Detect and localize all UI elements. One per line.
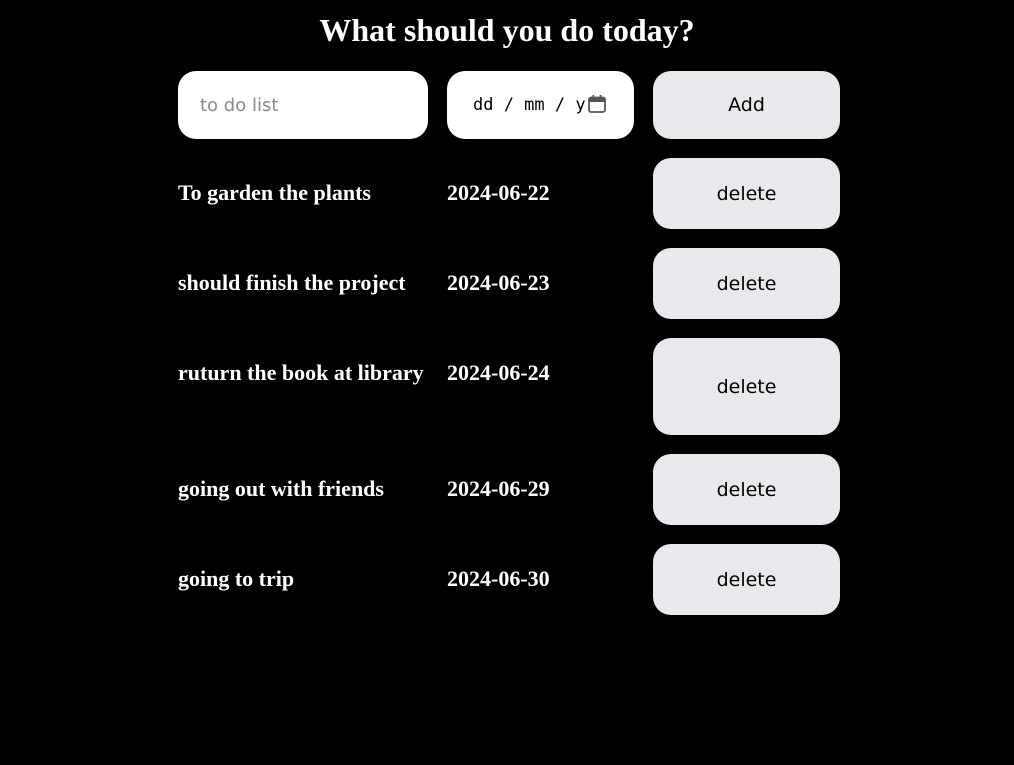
add-button[interactable]: Add (653, 71, 840, 139)
page-title: What should you do today? (319, 12, 695, 48)
todo-date: 2024-06-24 (447, 360, 550, 385)
add-todo-form: dd / mm / yyyy Add (178, 71, 840, 139)
todo-row: ruturn the book at library 2024-06-24 de… (178, 338, 840, 435)
delete-button[interactable]: delete (653, 454, 840, 525)
todo-text: To garden the plants (178, 180, 371, 205)
todo-list: To garden the plants 2024-06-22 delete s… (178, 158, 840, 634)
todo-row: To garden the plants 2024-06-22 delete (178, 158, 840, 229)
todo-text: going to trip (178, 566, 295, 591)
todo-row: going out with friends 2024-06-29 delete (178, 454, 840, 525)
delete-button[interactable]: delete (653, 544, 840, 615)
todo-text: going out with friends (178, 476, 384, 501)
todo-row: should finish the project 2024-06-23 del… (178, 248, 840, 319)
todo-input[interactable] (178, 71, 428, 139)
date-input-placeholder: dd / mm / yyyy (473, 95, 585, 115)
date-input[interactable]: dd / mm / yyyy (447, 71, 634, 139)
todo-date: 2024-06-30 (447, 566, 550, 591)
todo-date: 2024-06-23 (447, 270, 550, 295)
todo-text: should finish the project (178, 270, 406, 295)
todo-date: 2024-06-22 (447, 180, 550, 205)
calendar-icon[interactable] (587, 94, 607, 114)
todo-text: ruturn the book at library (178, 360, 424, 385)
todo-date: 2024-06-29 (447, 476, 550, 501)
delete-button[interactable]: delete (653, 248, 840, 319)
delete-button[interactable]: delete (653, 338, 840, 435)
todo-row: going to trip 2024-06-30 delete (178, 544, 840, 615)
delete-button[interactable]: delete (653, 158, 840, 229)
